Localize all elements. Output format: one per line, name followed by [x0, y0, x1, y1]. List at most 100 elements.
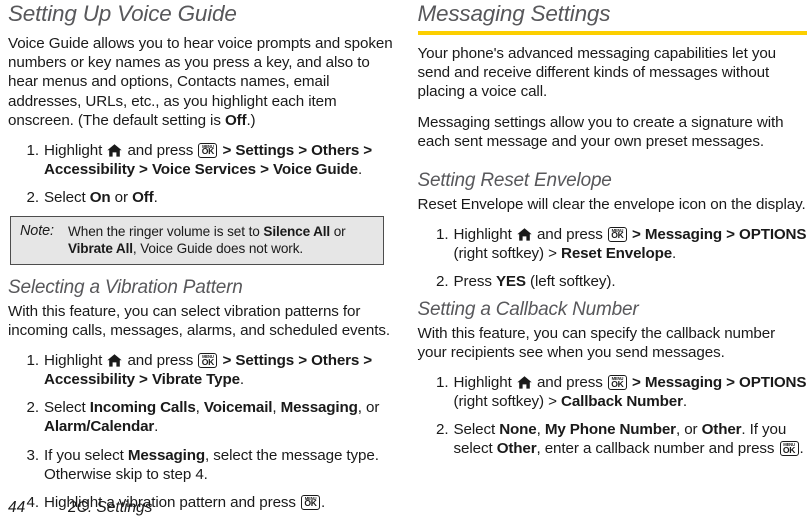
step-number: 2.	[436, 272, 449, 290]
footer-chapter-title: 2C. Settings	[68, 499, 153, 516]
option-messaging: Messaging	[127, 446, 205, 464]
step-text-c: (right softkey) >	[453, 244, 562, 262]
step-text-c: ,	[272, 399, 281, 417]
menu-ok-main-label: OK	[611, 378, 624, 389]
heading-spacer	[8, 26, 398, 34]
callback-number-intro: With this feature, you can specify the c…	[417, 324, 776, 362]
menu-path-messaging: Messaging	[644, 374, 723, 392]
manual-page: Setting Up Voice Guide Voice Guide allow…	[0, 0, 807, 522]
intro-text-part2: .)	[246, 111, 256, 129]
list-item: 1. Highlight and press MENU OK > Settings …	[8, 351, 398, 389]
step-text-a: Select	[44, 188, 90, 206]
menu-ok-key-icon: MENU OK	[301, 494, 321, 510]
gold-divider-rule	[417, 31, 807, 36]
step-sep-1: >	[627, 374, 645, 392]
vibration-pattern-steps-list: 1. Highlight and press MENU OK > Settings …	[8, 351, 398, 512]
home-icon	[107, 354, 123, 367]
two-column-layout: Setting Up Voice Guide Voice Guide allow…	[0, 0, 807, 512]
default-setting-value: Off	[224, 111, 247, 129]
right-section-heading: Messaging Settings	[417, 1, 611, 26]
callback-number-steps-list: 1. Highlight and press MENU OK > Messaging…	[418, 373, 807, 458]
option-other-2: Other	[496, 440, 537, 458]
note-callout-box: Note: When the ringer volume is set to Si…	[10, 216, 384, 266]
callback-number-heading: Setting a Callback Number	[417, 299, 639, 321]
step-sep-3: >	[359, 352, 373, 370]
list-item: 2. Select On or Off.	[8, 188, 398, 207]
option-alarm-calendar: Alarm/Calendar	[44, 418, 155, 436]
step-sep-1: >	[218, 352, 236, 370]
step-period: .	[672, 244, 677, 262]
step-text-b: (left softkey).	[525, 272, 616, 290]
softkey-options: OPTIONS	[739, 374, 807, 392]
step-text-d: , or	[357, 399, 380, 417]
menu-path-settings: Settings	[235, 141, 295, 159]
note-bold-silence-all: Silence All	[263, 224, 331, 240]
menu-path-voice-guide: Voice Guide	[272, 160, 358, 178]
menu-path-others: Others	[311, 141, 360, 159]
menu-path-voice-services: Voice Services	[151, 160, 256, 178]
reset-envelope-steps-list: 1. Highlight and press MENU OK > Messaging…	[418, 225, 807, 291]
step-text-b: ,	[195, 399, 204, 417]
vibration-pattern-heading: Selecting a Vibration Pattern	[8, 277, 243, 299]
list-item: 3. If you select Messaging, select the me…	[8, 446, 398, 484]
menu-path-accessibility: Accessibility	[44, 371, 135, 389]
left-column: Setting Up Voice Guide Voice Guide allow…	[8, 0, 398, 512]
messaging-intro-paragraph-1: Your phone's advanced messaging capabili…	[417, 45, 777, 101]
option-messaging: Messaging	[280, 399, 358, 417]
list-item: 2. Press YES (left softkey).	[418, 272, 807, 291]
step-text-a: Select	[44, 399, 90, 417]
step-text-c: , or	[675, 421, 702, 439]
menu-path-reset-envelope: Reset Envelope	[561, 244, 673, 262]
list-item: 2. Select None, My Phone Number, or Other…	[418, 420, 807, 458]
menu-ok-key-icon: MENU OK	[198, 142, 218, 158]
note-line-2: Vibrate All, Voice Guide does not work.	[20, 240, 374, 257]
footer-page-number: 44	[8, 499, 26, 516]
menu-ok-main-label: OK	[782, 444, 796, 455]
step-text-a: Press	[453, 272, 496, 290]
step-number: 1.	[26, 141, 40, 159]
step-number: 2.	[26, 399, 40, 417]
step-text-a: Highlight	[44, 352, 107, 370]
voice-guide-intro-paragraph: Voice Guide allows you to hear voice pro…	[8, 34, 398, 129]
step-number: 3.	[26, 446, 40, 464]
step-sep-4: >	[134, 160, 152, 178]
option-my-phone-number: My Phone Number	[544, 421, 676, 439]
step-text-a: Select	[453, 421, 500, 439]
reset-envelope-heading: Setting Reset Envelope	[417, 169, 612, 191]
step-number: 1.	[436, 374, 449, 392]
step-sep-2: >	[722, 225, 740, 243]
step-sep-5: >	[255, 160, 273, 178]
step-text-b: and press	[532, 225, 607, 243]
step-text-b: and press	[123, 352, 198, 370]
menu-ok-key-icon: MENU OK	[607, 375, 627, 391]
step-text-e: , enter a callback number and press	[536, 440, 779, 458]
option-on: On	[89, 188, 111, 206]
menu-ok-key-icon: MENU OK	[607, 226, 627, 242]
menu-path-messaging: Messaging	[644, 225, 723, 243]
home-icon	[107, 144, 123, 157]
home-icon	[517, 376, 532, 389]
step-text-a: Highlight	[453, 374, 516, 392]
menu-path-settings: Settings	[235, 352, 295, 370]
option-off: Off	[132, 188, 154, 206]
step-number: 1.	[26, 352, 40, 370]
step-sep-2: >	[294, 141, 312, 159]
list-item: 1. Highlight and press MENU OK > Messaging…	[418, 225, 807, 263]
note-text-a: When the ringer volume is set to	[68, 224, 264, 240]
menu-ok-main-label: OK	[201, 356, 215, 367]
step-text-c: (right softkey) >	[453, 393, 562, 411]
note-bold-vibrate-all: Vibrate All	[68, 241, 133, 257]
step-period: .	[321, 493, 326, 511]
step-sep-1: >	[218, 141, 236, 159]
step-text-a: Highlight	[453, 225, 516, 243]
option-voicemail: Voicemail	[203, 399, 273, 417]
step-period: .	[799, 440, 804, 458]
reset-envelope-intro: Reset Envelope will clear the envelope i…	[417, 195, 806, 213]
page-footer: 44 2C. Settings	[8, 499, 152, 517]
menu-ok-main-label: OK	[201, 146, 215, 157]
list-item: 1. Highlight and press MENU OK > Settings …	[8, 141, 398, 179]
note-line-1: Note: When the ringer volume is set to Si…	[20, 223, 374, 240]
menu-path-vibrate-type: Vibrate Type	[151, 371, 240, 389]
right-column: Messaging Settings Your phone's advanced…	[417, 0, 807, 512]
step-period: .	[682, 393, 687, 411]
